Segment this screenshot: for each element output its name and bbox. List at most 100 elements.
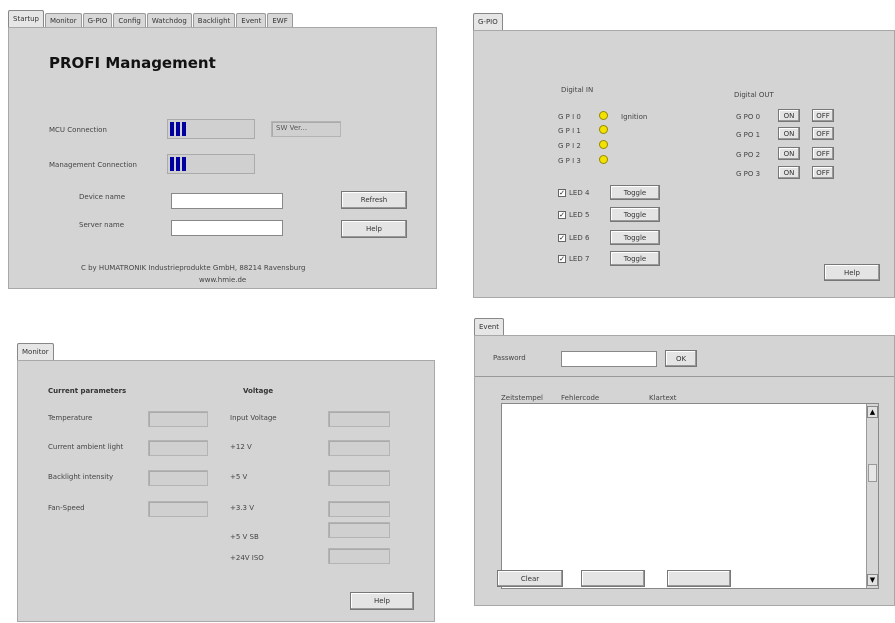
gpo-1-on-button[interactable]: ON: [778, 127, 800, 140]
led-4-label: LED 4: [569, 189, 590, 197]
voltage-5vsb-label: +5 V SB: [230, 533, 259, 541]
led-7-checkbox[interactable]: ✓: [558, 255, 566, 263]
gpi-0-note: Ignition: [621, 113, 648, 121]
gpo-2-label: G PO 2: [736, 151, 761, 159]
ambient-light-value: [148, 440, 208, 456]
gpi-0-label: G P I 0: [558, 113, 581, 121]
temperature-value: [148, 411, 208, 427]
startup-help-button[interactable]: Help: [341, 220, 407, 238]
gpi-1-led-icon: [599, 125, 608, 134]
gpi-3-label: G P I 3: [558, 157, 581, 165]
temperature-label: Temperature: [48, 414, 93, 422]
tab-watchdog[interactable]: Watchdog: [146, 13, 192, 28]
gpo-2-on-button[interactable]: ON: [778, 147, 800, 160]
voltage-12v-label: +12 V: [230, 443, 252, 451]
ok-button[interactable]: OK: [665, 350, 697, 367]
tab-gpio-active[interactable]: G-PIO: [473, 13, 503, 31]
voltage-5v-label: +5 V: [230, 473, 248, 481]
page-title: PROFI Management: [49, 54, 216, 72]
management-connection-label: Management Connection: [49, 161, 137, 169]
gpo-0-on-button[interactable]: ON: [778, 109, 800, 122]
monitor-tabstrip: Monitor: [17, 343, 55, 361]
event-blank-button-1[interactable]: [581, 570, 645, 587]
column-header-fehlercode: Fehlercode: [561, 394, 600, 402]
led-4-checkbox[interactable]: ✓: [558, 189, 566, 197]
led-7-label: LED 7: [569, 255, 590, 263]
led-4-toggle-button[interactable]: Toggle: [610, 185, 660, 200]
server-name-input[interactable]: [171, 220, 283, 236]
gpi-3-led-icon: [599, 155, 608, 164]
device-name-label: Device name: [79, 193, 126, 201]
fan-speed-value: [148, 501, 208, 517]
led-5-toggle-button[interactable]: Toggle: [610, 207, 660, 222]
led-6-label: LED 6: [569, 234, 590, 242]
digital-out-title: Digital OUT: [734, 91, 774, 99]
tab-config[interactable]: Config: [113, 13, 146, 28]
gpo-0-off-button[interactable]: OFF: [812, 109, 834, 122]
server-name-label: Server name: [79, 221, 125, 229]
password-input[interactable]: [561, 351, 657, 367]
tab-monitor[interactable]: Monitor: [44, 13, 82, 28]
mcu-connection-progress: [167, 119, 255, 139]
scroll-up-icon[interactable]: ▲: [867, 406, 878, 418]
led-5-label: LED 5: [569, 211, 590, 219]
event-list[interactable]: ▲ ▼: [501, 403, 879, 589]
startup-panel: PROFI Management MCU Connection SW Ver..…: [8, 27, 437, 289]
monitor-help-button[interactable]: Help: [350, 592, 414, 610]
event-list-scrollbar[interactable]: ▲ ▼: [866, 404, 878, 588]
monitor-panel: Current parameters Temperature Current a…: [17, 360, 435, 622]
scroll-down-icon[interactable]: ▼: [867, 574, 878, 586]
gpo-3-off-button[interactable]: OFF: [812, 166, 834, 179]
startup-tabstrip: Startup Monitor G-PIO Config Watchdog Ba…: [8, 10, 294, 28]
voltage-3v3-label: +3.3 V: [230, 504, 255, 512]
ambient-light-label: Current ambient light: [48, 443, 124, 451]
password-divider: [475, 376, 894, 377]
column-header-zeitstempel: Zeitstempel: [501, 394, 544, 402]
backlight-intensity-label: Backlight intensity: [48, 473, 114, 481]
tab-gpio[interactable]: G-PIO: [82, 13, 113, 28]
management-connection-progress: [167, 154, 255, 174]
voltage-5v-value: [328, 470, 390, 486]
mcu-connection-label: MCU Connection: [49, 126, 107, 134]
gpo-3-label: G PO 3: [736, 170, 761, 178]
led-6-checkbox[interactable]: ✓: [558, 234, 566, 242]
gpio-help-button[interactable]: Help: [824, 264, 880, 281]
tab-monitor-active[interactable]: Monitor: [17, 343, 54, 361]
tab-backlight[interactable]: Backlight: [192, 13, 236, 28]
password-label: Password: [493, 354, 526, 362]
voltage-12v-value: [328, 440, 390, 456]
led-5-checkbox[interactable]: ✓: [558, 211, 566, 219]
gpi-0-led-icon: [599, 111, 608, 120]
clear-button[interactable]: Clear: [497, 570, 563, 587]
current-parameters-title: Current parameters: [48, 387, 127, 395]
led-7-toggle-button[interactable]: Toggle: [610, 251, 660, 266]
gpi-1-label: G P I 1: [558, 127, 581, 135]
input-voltage-value: [328, 411, 390, 427]
gpo-3-on-button[interactable]: ON: [778, 166, 800, 179]
voltage-3v3-value: [328, 501, 390, 517]
tab-event-active[interactable]: Event: [474, 318, 505, 336]
gpo-0-label: G PO 0: [736, 113, 761, 121]
gpo-1-label: G PO 1: [736, 131, 761, 139]
digital-in-title: Digital IN: [561, 86, 594, 94]
tab-event[interactable]: Event: [236, 13, 267, 28]
sw-version-box: SW Ver...: [271, 121, 341, 137]
tab-ewf[interactable]: EWF: [267, 13, 293, 28]
scroll-thumb[interactable]: [868, 464, 877, 482]
gpi-2-led-icon: [599, 140, 608, 149]
gpo-2-off-button[interactable]: OFF: [812, 147, 834, 160]
led-6-toggle-button[interactable]: Toggle: [610, 230, 660, 245]
gpi-2-label: G P I 2: [558, 142, 581, 150]
website-text: www.hmie.de: [199, 276, 247, 284]
tab-startup[interactable]: Startup: [8, 10, 44, 28]
gpo-1-off-button[interactable]: OFF: [812, 127, 834, 140]
voltage-24v-iso-value: [328, 548, 390, 564]
device-name-input[interactable]: [171, 193, 283, 209]
voltage-24v-iso-label: +24V ISO: [230, 554, 264, 562]
copyright-text: C by HUMATRONIK Industrieprodukte GmbH, …: [81, 264, 306, 272]
fan-speed-label: Fan-Speed: [48, 504, 85, 512]
event-panel: Password OK Zeitstempel Fehlercode Klart…: [474, 335, 895, 606]
refresh-button[interactable]: Refresh: [341, 191, 407, 209]
voltage-5vsb-value: [328, 522, 390, 538]
event-blank-button-2[interactable]: [667, 570, 731, 587]
